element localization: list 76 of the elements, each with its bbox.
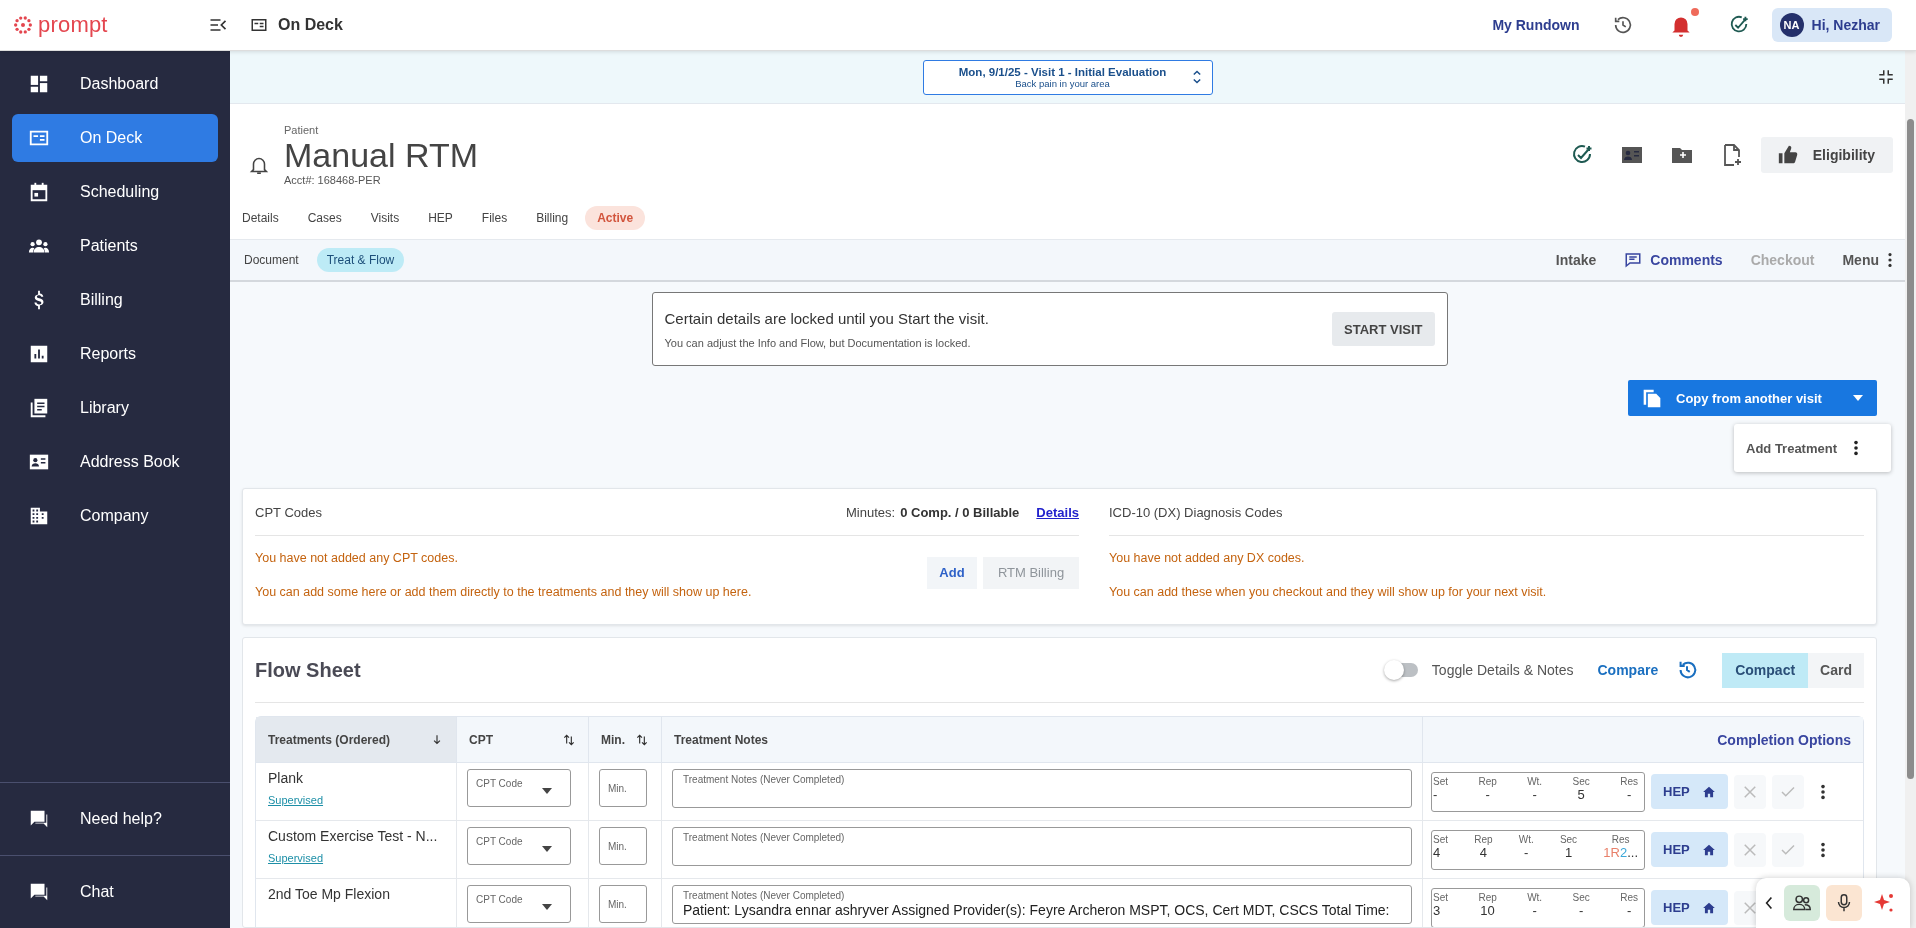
- details-link[interactable]: Details: [1036, 504, 1079, 520]
- notice-title: Certain details are locked until you Start the visit.: [664, 309, 990, 327]
- treatment-name: Custom Exercise Test - N...: [268, 828, 439, 844]
- rundown-link[interactable]: My Rundown: [1492, 17, 1580, 33]
- patient-tab[interactable]: Cases: [307, 211, 342, 225]
- column-header[interactable]: Min.: [589, 717, 662, 762]
- sidebar-item[interactable]: Address Book: [12, 438, 218, 486]
- hint-message: You can add some here or add them directly to the treatments and they will show up here.: [255, 585, 753, 599]
- column-header[interactable]: Treatment Notes: [662, 717, 1423, 762]
- page-title: On Deck: [278, 16, 343, 34]
- menu-button[interactable]: Menu: [1842, 251, 1893, 269]
- section-title: ICD-10 (DX) Diagnosis Codes: [1109, 504, 1283, 520]
- sidebar-item[interactable]: Library: [12, 384, 218, 432]
- minutes-field[interactable]: Min.: [599, 827, 647, 865]
- compare-link[interactable]: Compare: [1597, 662, 1659, 678]
- cpt-code-dropdown[interactable]: CPT Code: [467, 769, 571, 807]
- treatment-notes-field[interactable]: Treatment Notes (Never Completed): [672, 769, 1412, 808]
- patient-tab[interactable]: Visits: [370, 211, 400, 225]
- hep-button[interactable]: HEP: [1651, 832, 1728, 867]
- column-header[interactable]: CPT: [457, 717, 589, 762]
- document-tab[interactable]: Treat & Flow: [316, 248, 405, 272]
- section-title: CPT Codes: [255, 504, 322, 520]
- patient-tab[interactable]: Files: [481, 211, 508, 225]
- user-menu[interactable]: NA Hi, Nezhar: [1771, 8, 1892, 42]
- hint-message: You can add these when you checkout and they will show up for your next visit.: [1109, 585, 1548, 599]
- exercise-metrics[interactable]: Set 4 Rep 4 Wt. - Sec 1 Res 1R2...: [1431, 829, 1645, 870]
- minutes-label: Minutes:: [846, 504, 896, 520]
- minutes-field[interactable]: Min.: [599, 769, 647, 807]
- start-visit-button[interactable]: START VISIT: [1332, 312, 1435, 346]
- copy-visit-button[interactable]: Copy from another visit: [1628, 380, 1877, 416]
- view-toggle[interactable]: Compact: [1722, 652, 1809, 688]
- sidebar-item[interactable]: Scheduling: [12, 168, 218, 216]
- patient-tab[interactable]: Details: [242, 211, 279, 225]
- treatment-name: 2nd Toe Mp Flexion: [268, 886, 391, 902]
- sidebar-item[interactable]: Dashboard: [12, 60, 218, 108]
- patient-name: Manual RTM: [284, 136, 478, 174]
- supervised-link[interactable]: Supervised: [268, 852, 444, 864]
- logo: prompt: [38, 12, 108, 38]
- account-number: Acct#: 168468-PER: [284, 174, 382, 186]
- add-button[interactable]: Add: [927, 556, 977, 589]
- toggle-label: Toggle Details & Notes: [1431, 662, 1574, 678]
- sidebar-item[interactable]: Company: [12, 492, 218, 540]
- sidebar-item[interactable]: Patients: [12, 222, 218, 270]
- sidebar-item[interactable]: Billing: [12, 276, 218, 324]
- minutes-field[interactable]: Min.: [599, 885, 647, 923]
- exercise-metrics[interactable]: Set 3 Rep 10 Wt. - Sec - Res -: [1431, 887, 1645, 927]
- visit-selector[interactable]: Mon, 9/1/25 - Visit 1 - Initial Evaluation Back pain in your area: [922, 59, 1213, 95]
- add-treatment-button[interactable]: Add Treatment: [1734, 424, 1891, 472]
- patient-tab[interactable]: Billing: [536, 211, 569, 225]
- exercise-metrics[interactable]: Set - Rep - Wt. - Sec 5 Res -: [1431, 771, 1645, 812]
- document-label: Document: [244, 253, 299, 267]
- minutes-value: 0 Comp. / 0 Billable: [900, 504, 1020, 520]
- hep-button[interactable]: HEP: [1651, 774, 1728, 809]
- supervised-link[interactable]: Supervised: [268, 794, 444, 806]
- view-toggle[interactable]: Card: [1808, 652, 1864, 688]
- sidebar-item[interactable]: On Deck: [12, 114, 218, 162]
- empty-message: You have not added any DX codes.: [1109, 551, 1306, 565]
- hep-button[interactable]: HEP: [1651, 890, 1728, 925]
- cpt-code-dropdown[interactable]: CPT Code: [467, 885, 571, 923]
- column-header[interactable]: Treatments (Ordered): [256, 717, 457, 762]
- patient-tab[interactable]: HEP: [428, 211, 453, 225]
- status-badge: Active: [585, 206, 646, 230]
- patient-label: Patient: [284, 124, 320, 136]
- treatment-notes-field[interactable]: Treatment Notes (Never Completed) Patient: Lysandra ennar ashryver Assigned Provider(s): Feyre Archeron MSPT, OCS, Cert MDT, CSCS Total Time:: [672, 885, 1412, 924]
- document-action[interactable]: Intake: [1555, 252, 1597, 268]
- treatment-name: Plank: [268, 770, 305, 786]
- flow-sheet-title: Flow Sheet: [255, 658, 361, 682]
- column-header[interactable]: Completion Options: [1423, 717, 1863, 762]
- sidebar-item[interactable]: Reports: [12, 330, 218, 378]
- comments-link[interactable]: Comments: [1624, 251, 1723, 269]
- user-avatar: NA: [1779, 13, 1804, 37]
- empty-message: You have not added any CPT codes.: [255, 551, 459, 565]
- treatment-notes-field[interactable]: Treatment Notes (Never Completed): [672, 827, 1412, 866]
- eligibility-button[interactable]: Eligibility: [1760, 137, 1893, 173]
- cpt-code-dropdown[interactable]: CPT Code: [467, 827, 571, 865]
- notice-message: You can adjust the Info and Flow, but Documentation is locked.: [664, 336, 972, 349]
